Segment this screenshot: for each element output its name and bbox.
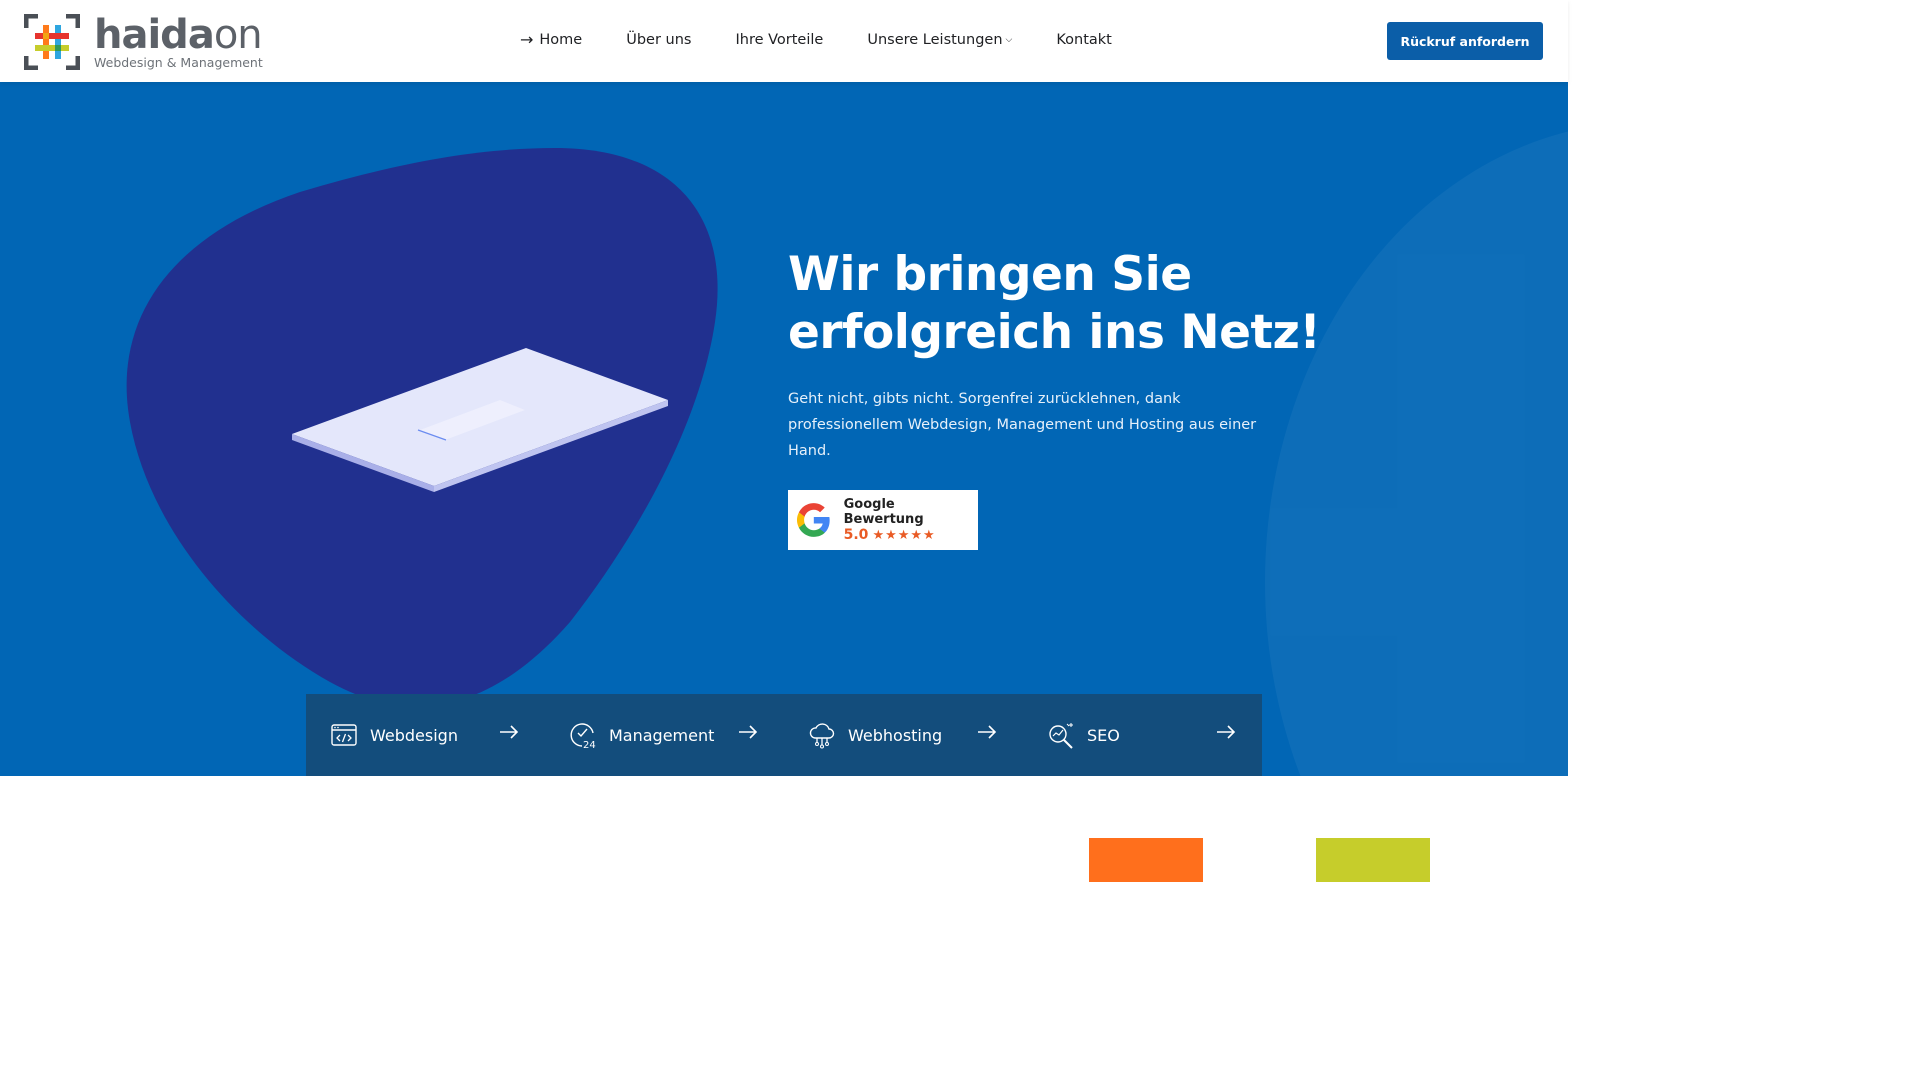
badge-rating: 5.0 ★★★★★ xyxy=(843,527,936,543)
service-webdesign[interactable]: Webdesign xyxy=(306,694,545,776)
main-nav: → Home Über uns Ihre Vorteile Unsere Lei… xyxy=(520,30,1156,49)
decorative-ring xyxy=(1265,122,1568,776)
nav-ihre-vorteile[interactable]: Ihre Vorteile xyxy=(735,32,823,48)
code-window-icon xyxy=(331,724,357,746)
arrow-right-icon xyxy=(500,725,519,739)
hero-title: Wir bringen Sie erfolgreich ins Netz! xyxy=(788,247,1321,360)
svg-text:24: 24 xyxy=(583,740,596,749)
google-g-icon xyxy=(796,503,830,537)
services-bar: Webdesign 24 Management Webhosting SEO xyxy=(306,694,1262,776)
nav-unsere-leistungen[interactable]: Unsere Leistungen ⌵ xyxy=(867,32,1012,48)
arrow-right-icon xyxy=(978,725,997,739)
badge-title: Google Bewertung xyxy=(843,497,924,527)
service-seo[interactable]: SEO xyxy=(1023,694,1262,776)
arrow-right-icon: → xyxy=(520,30,534,49)
arrow-right-icon xyxy=(1217,725,1236,739)
logo-mark-icon xyxy=(23,13,81,71)
service-webhosting[interactable]: Webhosting xyxy=(784,694,1023,776)
chevron-down-icon: ⌵ xyxy=(1005,34,1013,45)
arrow-right-icon xyxy=(739,725,758,739)
nav-ueber-uns[interactable]: Über uns xyxy=(626,32,691,48)
nav-home[interactable]: → Home xyxy=(520,30,582,49)
decorative-orange-block xyxy=(1089,838,1203,882)
logo-wordmark: haidaon xyxy=(94,11,263,58)
service-management[interactable]: 24 Management xyxy=(545,694,784,776)
site-header: haidaon Webdesign & Management → Home Üb… xyxy=(0,0,1568,82)
google-rating-badge[interactable]: Google Bewertung 5.0 ★★★★★ xyxy=(788,490,978,550)
logo-tagline: Webdesign & Management xyxy=(94,54,263,70)
clock-24-icon: 24 xyxy=(570,723,596,749)
logo[interactable]: haidaon Webdesign & Management xyxy=(23,11,263,71)
nav-kontakt[interactable]: Kontakt xyxy=(1056,32,1112,48)
callback-request-button[interactable]: Rückruf anfordern xyxy=(1387,22,1543,60)
hero-section: Wir bringen Sie erfolgreich ins Netz! Ge… xyxy=(0,82,1568,776)
star-rating-icon: ★★★★★ xyxy=(872,527,936,543)
decorative-lime-block xyxy=(1316,838,1430,882)
cloud-network-icon xyxy=(809,723,835,749)
magnifier-search-icon xyxy=(1049,723,1073,749)
hero-illustration xyxy=(126,148,718,707)
hero-description: Geht nicht, gibts nicht. Sorgenfrei zurü… xyxy=(788,391,1257,459)
